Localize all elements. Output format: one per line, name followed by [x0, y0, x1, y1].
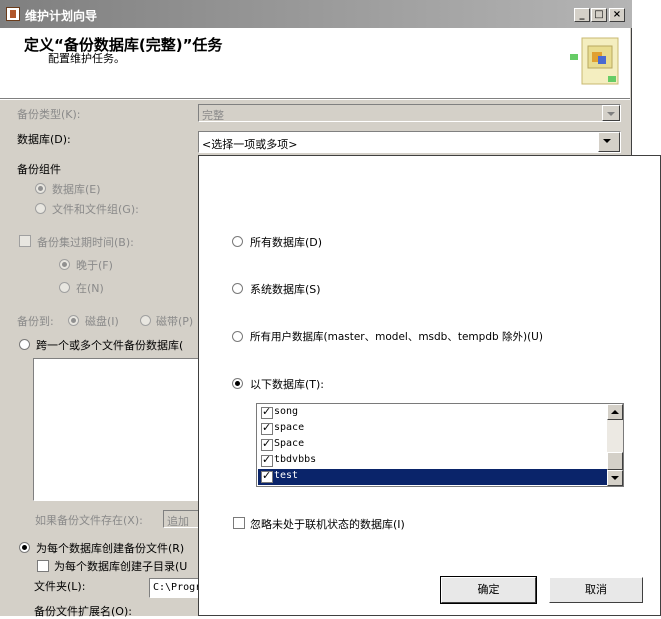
app-icon — [6, 7, 20, 21]
ignore-offline-checkbox[interactable] — [233, 517, 245, 529]
backup-files-list[interactable] — [33, 358, 203, 501]
backup-type-label: 备份类型(K): — [17, 108, 81, 121]
option-these-radio[interactable] — [232, 378, 243, 389]
option-user-radio[interactable] — [232, 331, 243, 342]
minimize-button[interactable]: _ — [574, 8, 590, 22]
list-item[interactable]: space — [258, 421, 607, 437]
expire-label: 备份集过期时间(B): — [37, 236, 134, 249]
component-files-radio[interactable] — [35, 203, 46, 214]
database-checklist[interactable]: song space Space tbdvbbs test — [256, 403, 624, 487]
expire-on-label: 在(N) — [76, 282, 104, 295]
list-item[interactable]: Space — [258, 437, 607, 453]
backup-to-tape-radio[interactable] — [140, 315, 151, 326]
folder-input[interactable]: C:\Progr — [149, 578, 203, 598]
chevron-up-icon — [611, 410, 619, 414]
close-button[interactable]: × — [609, 8, 625, 22]
database-selection-popup: 所有数据库(D) 系统数据库(S) 所有用户数据库(master、model、m… — [198, 155, 661, 616]
database-checkbox[interactable] — [261, 421, 273, 435]
option-all-label: 所有数据库(D) — [250, 236, 323, 249]
expire-after-label: 晚于(F) — [76, 259, 113, 272]
list-item[interactable]: song — [258, 405, 607, 421]
title-bar[interactable]: 维护计划向导 _ □ × — [0, 0, 632, 28]
option-user-label: 所有用户数据库(master、model、msdb、tempdb 除外)(U) — [250, 331, 543, 343]
extension-label: 备份文件扩展名(O): — [34, 605, 132, 618]
component-database-label: 数据库(E) — [52, 183, 101, 196]
database-checkbox[interactable] — [261, 437, 273, 451]
database-checkbox[interactable] — [261, 405, 273, 419]
folder-value: C:\Progr — [153, 582, 202, 593]
database-label: 数据库(D): — [17, 133, 71, 146]
backup-to-tape-label: 磁带(P) — [156, 315, 194, 328]
chevron-down-icon — [602, 105, 620, 121]
per-db-file-radio[interactable] — [19, 542, 30, 553]
wizard-header: 定义“备份数据库(完整)”任务 配置维护任务。 — [0, 28, 630, 98]
per-db-subdir-label: 为每个数据库创建子目录(U — [54, 560, 188, 573]
left-edge-strip — [0, 98, 6, 398]
backup-type-value: 完整 — [202, 109, 224, 122]
ok-button[interactable]: 确定 — [440, 576, 537, 604]
component-files-label: 文件和文件组(G): — [52, 203, 139, 216]
chevron-down-icon — [611, 476, 619, 480]
database-name: test — [274, 470, 299, 481]
folder-label: 文件夹(L): — [34, 580, 86, 593]
span-files-radio[interactable] — [19, 339, 30, 350]
cancel-button[interactable]: 取消 — [549, 577, 643, 603]
backup-type-combo: 完整 — [198, 104, 621, 122]
database-checkbox[interactable] — [261, 453, 273, 467]
header-separator — [0, 98, 630, 100]
ignore-offline-label: 忽略未处于联机状态的数据库(I) — [250, 518, 405, 531]
expire-after-radio[interactable] — [59, 259, 70, 270]
backup-to-label: 备份到: — [17, 315, 54, 328]
expire-on-radio[interactable] — [59, 282, 70, 293]
window-title: 维护计划向导 — [25, 9, 98, 23]
if-exists-label: 如果备份文件存在(X): — [35, 514, 143, 527]
per-db-subdir-checkbox[interactable] — [37, 560, 49, 572]
scroll-up-button[interactable] — [607, 404, 623, 420]
backup-to-disk-radio[interactable] — [68, 315, 79, 326]
list-item[interactable]: test — [258, 469, 607, 485]
option-system-radio[interactable] — [232, 283, 243, 294]
database-combo[interactable]: <选择一项或多项> — [198, 131, 621, 153]
database-name: song — [274, 406, 299, 417]
maximize-button[interactable]: □ — [591, 8, 607, 22]
page-subtitle: 配置维护任务。 — [48, 52, 125, 65]
scroll-down-button[interactable] — [607, 470, 623, 486]
database-name: Space — [274, 438, 305, 449]
list-item[interactable]: tbdvbbs — [258, 453, 607, 469]
option-system-label: 系统数据库(S) — [250, 283, 321, 296]
per-db-file-label: 为每个数据库创建备份文件(R) — [36, 542, 185, 555]
database-checkbox[interactable] — [261, 469, 273, 483]
scroll-thumb[interactable] — [607, 452, 623, 470]
chevron-down-icon[interactable] — [598, 132, 620, 152]
option-these-label: 以下数据库(T): — [250, 378, 325, 391]
backup-component-label: 备份组件 — [17, 163, 61, 176]
if-exists-combo[interactable]: 追加 — [163, 510, 203, 528]
expire-checkbox[interactable] — [19, 235, 31, 247]
option-all-radio[interactable] — [232, 236, 243, 247]
span-files-label: 跨一个或多个文件备份数据库( — [36, 339, 184, 352]
backup-to-disk-label: 磁盘(I) — [85, 315, 119, 328]
if-exists-value: 追加 — [167, 515, 189, 528]
database-name: space — [274, 422, 305, 433]
list-scrollbar[interactable] — [607, 404, 623, 486]
wizard-graphic-icon — [570, 37, 619, 85]
database-value: <选择一项或多项> — [202, 138, 298, 151]
database-name: tbdvbbs — [274, 454, 317, 465]
component-database-radio[interactable] — [35, 183, 46, 194]
